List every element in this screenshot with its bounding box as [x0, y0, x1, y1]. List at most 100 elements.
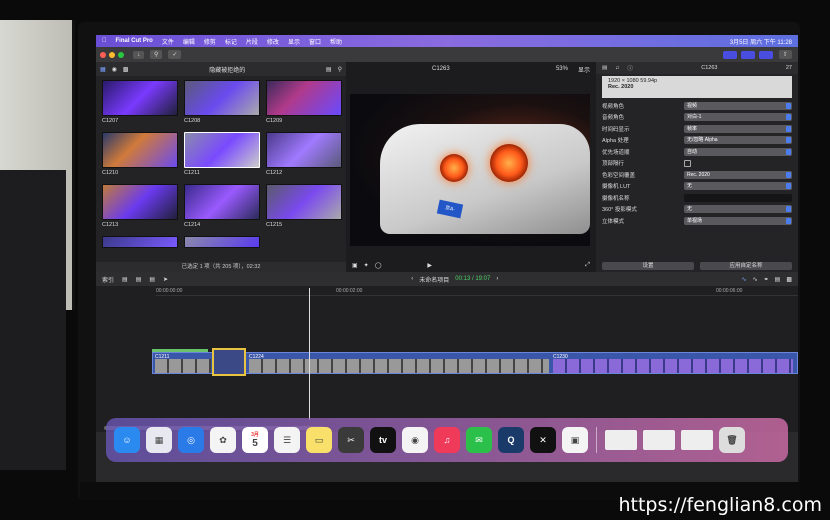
- dock-icon-10[interactable]: ◉: [402, 427, 428, 453]
- speedometer-icon[interactable]: ◯: [375, 262, 382, 269]
- clip-appearance-icon[interactable]: ▤: [775, 276, 781, 283]
- dock-icon-9[interactable]: tv: [370, 427, 396, 453]
- dock-icon-7[interactable]: ▭: [306, 427, 332, 453]
- dock-icon-2[interactable]: ▦: [146, 427, 172, 453]
- forward-arrow-icon[interactable]: ›: [496, 276, 498, 282]
- titles-icon[interactable]: ▩: [123, 66, 129, 73]
- inspector-row-value[interactable]: 无/忽略 Alpha: [684, 136, 792, 145]
- layout-inspector-toggle[interactable]: [758, 50, 773, 59]
- timeline[interactable]: 00:00:00:00 00:00:02:00 00:00:06:00 C121…: [96, 286, 798, 432]
- photos-icon[interactable]: ◉: [112, 66, 117, 73]
- clip-thumbnail[interactable]: C1214: [184, 184, 260, 232]
- dock-icon-12[interactable]: ✉: [466, 427, 492, 453]
- dock-icon-17[interactable]: [643, 430, 675, 450]
- dock-icon-19[interactable]: 🗑: [719, 427, 745, 453]
- clip-thumbnail[interactable]: C1208: [184, 80, 260, 128]
- index-button[interactable]: 索引: [102, 275, 114, 284]
- inspector-row-value[interactable]: 自动: [684, 147, 792, 156]
- menu-file[interactable]: 文件: [162, 37, 174, 46]
- search-icon[interactable]: ⚲: [338, 66, 342, 73]
- dock-icon-18[interactable]: [681, 430, 713, 450]
- solo-icon[interactable]: ∿: [753, 276, 758, 283]
- background-tasks-button[interactable]: ✓: [168, 50, 182, 59]
- clip-thumbnail[interactable]: C1211: [184, 132, 260, 180]
- timeline-ruler[interactable]: 00:00:00:00 00:00:02:00 00:00:06:00: [156, 286, 798, 296]
- fullscreen-icon[interactable]: ⤢: [585, 262, 590, 269]
- dock-icon-11[interactable]: ♫: [434, 427, 460, 453]
- inspector-row-value[interactable]: 视频: [684, 101, 792, 110]
- menu-window[interactable]: 窗口: [309, 37, 321, 46]
- clip-thumbnail[interactable]: C1209: [266, 80, 342, 128]
- checkbox[interactable]: [684, 159, 691, 167]
- menu-modify[interactable]: 修改: [267, 37, 279, 46]
- inspector-row-value[interactable]: [684, 193, 792, 202]
- inspector-row-value[interactable]: 帧率: [684, 124, 792, 133]
- menu-view[interactable]: 显示: [288, 37, 300, 46]
- back-arrow-icon[interactable]: ‹: [411, 276, 413, 282]
- inspector-row-value[interactable]: 无: [684, 205, 792, 214]
- share-icon[interactable]: ⇧: [778, 50, 792, 59]
- menu-clip[interactable]: 片段: [246, 37, 258, 46]
- select-tool-icon[interactable]: ➤: [163, 276, 168, 283]
- settings-button[interactable]: 设置: [602, 262, 694, 270]
- play-button[interactable]: ▶: [427, 262, 432, 269]
- dock-icon-3[interactable]: ◎: [178, 427, 204, 453]
- import-button[interactable]: ↓: [133, 50, 144, 59]
- audio-skimming-icon[interactable]: ∿: [742, 276, 747, 283]
- filmstrip-view-icon[interactable]: ▤: [326, 66, 332, 73]
- effects-tool-icon[interactable]: ✦: [364, 262, 369, 269]
- dock-icon-16[interactable]: [605, 430, 637, 450]
- apply-custom-name-button[interactable]: 应用自定名称: [700, 262, 792, 270]
- close-window-button[interactable]: [100, 51, 106, 58]
- dock-icon-15[interactable]: ▣: [562, 427, 588, 453]
- menu-mark[interactable]: 标记: [225, 37, 237, 46]
- inspector-footer: 设置 应用自定名称: [596, 260, 798, 272]
- clip-thumbnail[interactable]: C1213: [102, 184, 178, 232]
- primary-storyline[interactable]: C1211 C1224 C1230: [152, 352, 798, 374]
- transform-icon[interactable]: ▣: [352, 262, 358, 269]
- menubar-clock[interactable]: 3月5日 周六 下午 11:28: [730, 37, 792, 46]
- append-clip-icon[interactable]: ▤: [122, 276, 128, 283]
- viewer-zoom[interactable]: 53%: [556, 66, 568, 72]
- overwrite-clip-icon[interactable]: ▤: [149, 276, 155, 283]
- clip-thumbnail[interactable]: [102, 236, 178, 250]
- dock-icon-14[interactable]: ✕: [530, 427, 556, 453]
- layout-timeline-toggle[interactable]: [740, 50, 755, 59]
- clip-thumbnail[interactable]: C1207: [102, 80, 178, 128]
- insert-clip-icon[interactable]: ▤: [136, 276, 142, 283]
- selected-timeline-clip[interactable]: [212, 348, 246, 376]
- info-tab-icon[interactable]: ⓘ: [627, 64, 633, 72]
- layout-browser-toggle[interactable]: [722, 50, 737, 59]
- dock-icon-6[interactable]: ☰: [274, 427, 300, 453]
- clip-thumbnail[interactable]: C1215: [266, 184, 342, 232]
- project-name[interactable]: 未命名项目: [419, 275, 449, 284]
- headphones-icon[interactable]: ⚭: [764, 276, 769, 283]
- effects-browser-icon[interactable]: ▩: [786, 276, 792, 283]
- dock-icon-4[interactable]: ✿: [210, 427, 236, 453]
- browser-filter[interactable]: 隐藏被拒绝的: [209, 65, 245, 74]
- dock-icon-5[interactable]: 3月 5: [242, 427, 268, 453]
- apple-icon[interactable]: : [102, 38, 107, 44]
- dock-icon-1[interactable]: ☺: [114, 427, 140, 453]
- keyword-button[interactable]: ⚲: [150, 50, 163, 59]
- inspector-row-value[interactable]: 对白-1: [684, 113, 792, 122]
- inspector-row-value[interactable]: Rec. 2020: [684, 170, 792, 179]
- dock-icon-13[interactable]: Q: [498, 427, 524, 453]
- clip-thumbnail[interactable]: C1210: [102, 132, 178, 180]
- audio-tab-icon[interactable]: ♫: [615, 65, 619, 71]
- inspector-row-value[interactable]: 无: [684, 182, 792, 191]
- video-tab-icon[interactable]: ▤: [602, 65, 607, 71]
- clip-thumbnail[interactable]: [184, 236, 260, 250]
- menu-help[interactable]: 帮助: [330, 37, 342, 46]
- menu-edit[interactable]: 编辑: [183, 37, 195, 46]
- dock-icon-8[interactable]: ✂: [338, 427, 364, 453]
- minimize-window-button[interactable]: [109, 51, 115, 58]
- clip-thumbnail[interactable]: C1212: [266, 132, 342, 180]
- viewer-display-menu[interactable]: 显示: [578, 65, 590, 74]
- playhead[interactable]: [309, 288, 310, 420]
- zoom-window-button[interactable]: [118, 51, 124, 58]
- menu-trim[interactable]: 修剪: [204, 37, 216, 46]
- inspector-row-value[interactable]: 单视场: [684, 216, 792, 225]
- menu-app-name[interactable]: Final Cut Pro: [116, 38, 153, 44]
- libraries-icon[interactable]: ▦: [100, 66, 106, 73]
